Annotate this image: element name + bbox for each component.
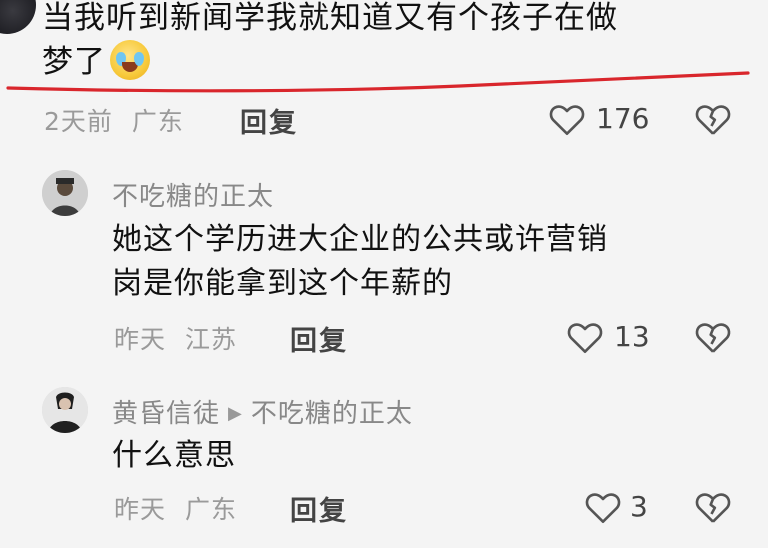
reply-arrow-icon: ▶ xyxy=(228,403,243,424)
reply-to-username[interactable]: 不吃糖的正太 xyxy=(251,399,413,429)
username[interactable]: 不吃糖的正太 xyxy=(112,176,274,213)
comment-meta: 昨天 江苏 xyxy=(114,320,237,356)
avatar[interactable] xyxy=(0,0,36,34)
comment-meta: 2天前 广东 xyxy=(44,102,184,138)
heart-icon[interactable] xyxy=(584,490,622,524)
red-underline-annotation xyxy=(6,71,750,93)
comment-text-line: 她这个学历进大企业的公共或许营销 xyxy=(112,222,608,257)
reply-button[interactable]: 回复 xyxy=(240,101,298,140)
comment-text: 什么意思 xyxy=(112,438,236,473)
reply-header: 黄昏信徒 ▶ 不吃糖的正太 xyxy=(112,393,413,430)
like-count: 3 xyxy=(630,490,648,523)
like-count: 176 xyxy=(596,102,650,135)
reply-button[interactable]: 回复 xyxy=(290,489,348,528)
heart-icon[interactable] xyxy=(548,102,586,136)
comment-location: 广东 xyxy=(184,495,237,524)
comment-meta: 昨天 广东 xyxy=(114,490,237,526)
comment-time: 昨天 xyxy=(114,495,167,524)
comment-text: 她这个学历进大企业的公共或许营销 岗是你能拿到这个年薪的 xyxy=(112,218,608,306)
like-count: 13 xyxy=(614,320,650,353)
broken-heart-icon[interactable] xyxy=(694,102,732,136)
username[interactable]: 黄昏信徒 xyxy=(112,399,220,429)
avatar[interactable] xyxy=(42,387,88,433)
comment-time: 2天前 xyxy=(44,107,113,136)
comment-location: 江苏 xyxy=(184,325,237,354)
broken-heart-icon[interactable] xyxy=(694,320,732,354)
comment-location: 广东 xyxy=(131,107,184,136)
heart-icon[interactable] xyxy=(566,320,604,354)
comment-text-line: 当我听到新闻学我就知道又有个孩子在做 xyxy=(42,0,618,36)
comment-time: 昨天 xyxy=(114,325,167,354)
avatar[interactable] xyxy=(42,170,88,216)
comment-text-line: 岗是你能拿到这个年薪的 xyxy=(112,266,453,301)
reply-button[interactable]: 回复 xyxy=(290,319,348,358)
broken-heart-icon[interactable] xyxy=(694,490,732,524)
